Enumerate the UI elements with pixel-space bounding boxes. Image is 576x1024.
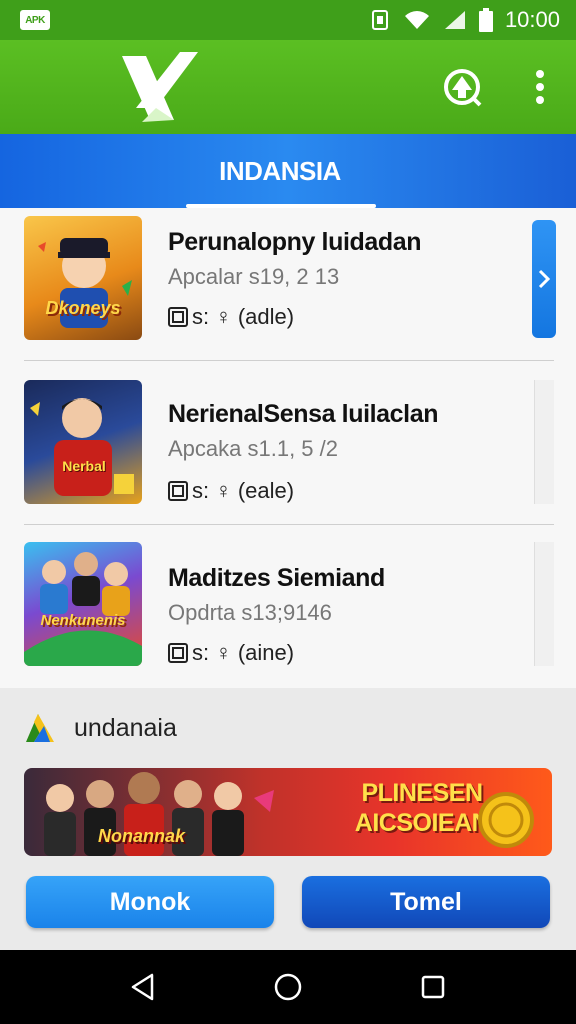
tab-indansia[interactable]: INDANSIA — [170, 134, 390, 208]
item-subtitle: Apcaka s1.1, 5 /2 — [168, 436, 338, 461]
item-title: Perunalopny luidadan — [168, 228, 422, 256]
upload-circle-icon — [444, 69, 482, 107]
item-meta: s: ♀ (eale) — [168, 478, 294, 504]
list-item[interactable]: Nerbal NerienalSensa luilaclan Apcaka s1… — [0, 372, 576, 536]
home-button[interactable] — [266, 965, 310, 1009]
section-title: undanaia — [74, 713, 177, 742]
sim-icon — [371, 10, 388, 30]
scroll-track[interactable] — [534, 380, 554, 504]
promo-section: undanaia Nonannak PLINESEN AICSOIEAN Mon… — [0, 688, 576, 950]
item-title: Maditzes Siemiand — [168, 564, 385, 592]
item-meta: s: ♀ (adle) — [168, 304, 294, 330]
tab-bar: INDANSIA — [0, 134, 576, 208]
section-header: undanaia — [24, 708, 177, 748]
item-title: NerienalSensa luilaclan — [168, 400, 439, 428]
scroll-track[interactable] — [534, 542, 554, 666]
item-subtitle: Opdrta s13;9146 — [168, 600, 332, 625]
meta-box-icon — [168, 307, 188, 327]
game-character-icon — [30, 398, 134, 496]
list-item[interactable]: Dkoneys Perunalopny luidadan Apcalar s19… — [0, 208, 576, 372]
recents-button[interactable] — [411, 965, 455, 1009]
brand-logo-icon — [26, 714, 54, 742]
meta-box-icon — [168, 643, 188, 663]
item-meta-text: s: ♀ (adle) — [192, 304, 295, 329]
game-character-icon — [38, 238, 132, 328]
more-options-button[interactable] — [518, 65, 562, 109]
monok-button[interactable]: Monok — [26, 876, 274, 928]
divider — [24, 524, 554, 525]
tomel-button[interactable]: Tomel — [302, 876, 550, 928]
wifi-icon — [404, 11, 429, 29]
item-subtitle: Apcalar s19, 2 13 — [168, 264, 340, 289]
signal-icon — [444, 11, 465, 29]
thumb-logo-text: Nerbal — [62, 458, 106, 474]
item-meta-text: s: ♀ (aine) — [192, 640, 295, 665]
back-button[interactable] — [121, 965, 165, 1009]
item-meta: s: ♀ (aine) — [168, 640, 294, 666]
recents-square-icon — [422, 975, 445, 999]
thumb-logo-text: Dkoneys — [45, 298, 121, 318]
game-characters-icon — [24, 552, 142, 666]
battery-icon — [478, 8, 493, 32]
banner-logo-text: Nonannak — [98, 826, 186, 846]
system-nav-bar — [0, 950, 576, 1024]
meta-box-icon — [168, 481, 188, 501]
list-item[interactable]: Nenkunenis Maditzes Siemiand Opdrta s13;… — [0, 536, 576, 700]
upload-circle-button[interactable] — [440, 65, 484, 109]
app-thumbnail: Nenkunenis — [24, 542, 142, 666]
app-list: Dkoneys Perunalopny luidadan Apcalar s19… — [0, 208, 576, 688]
item-meta-text: s: ♀ (eale) — [192, 478, 295, 503]
divider — [24, 360, 554, 361]
app-thumbnail: Nerbal — [24, 380, 142, 504]
status-bar: APK 10:00 — [0, 0, 576, 40]
home-circle-icon — [274, 973, 302, 1001]
back-triangle-icon — [131, 973, 153, 1001]
expand-arrow-button[interactable] — [532, 220, 556, 338]
app-thumbnail: Dkoneys — [24, 216, 142, 340]
chevron-right-icon — [538, 269, 551, 289]
more-vert-icon — [536, 70, 544, 104]
apk-badge: APK — [20, 10, 50, 30]
status-time: 10:00 — [504, 7, 560, 32]
coin-icon — [478, 792, 534, 848]
app-bar — [0, 40, 576, 134]
x-logo-icon — [122, 52, 198, 122]
promo-banner[interactable]: Nonannak PLINESEN AICSOIEAN — [24, 768, 552, 856]
thumb-logo-text: Nenkunenis — [40, 612, 126, 629]
